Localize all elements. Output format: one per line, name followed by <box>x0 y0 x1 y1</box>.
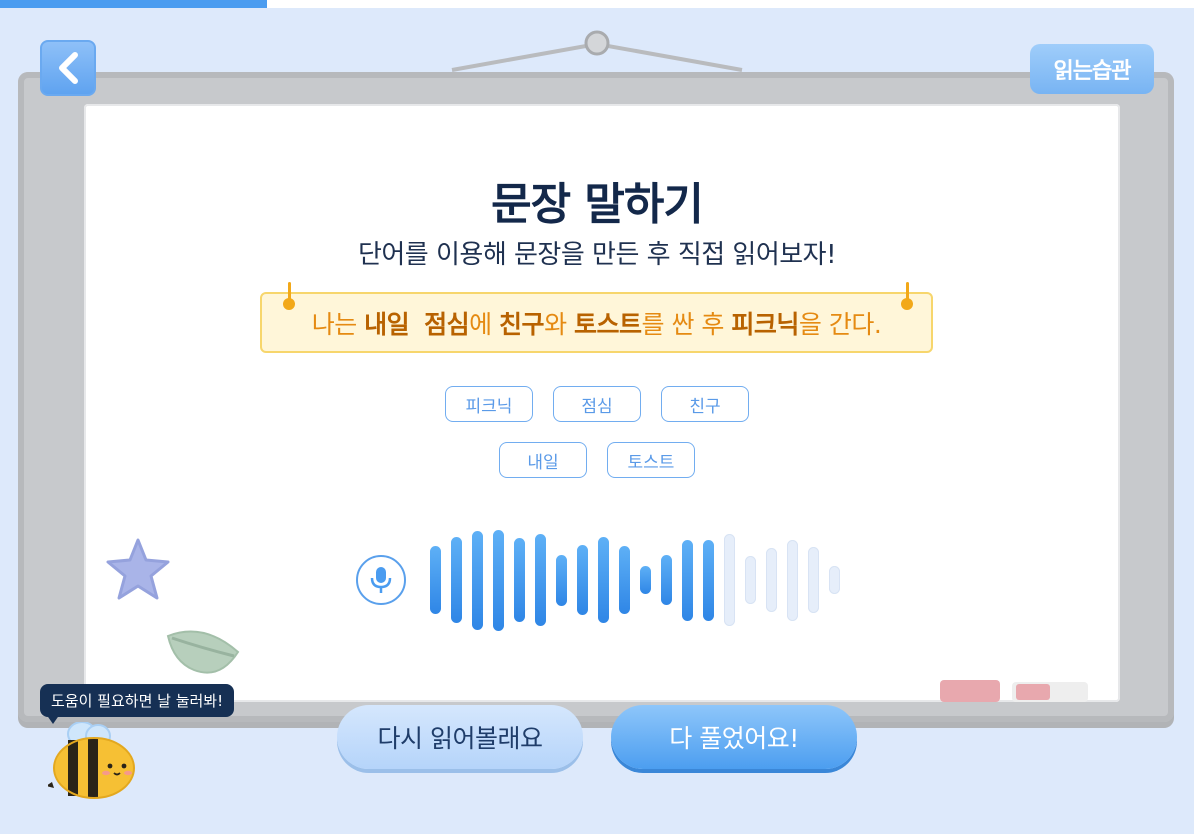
chevron-left-icon <box>59 52 78 84</box>
sentence-segment: 를 싼 후 <box>641 309 732 339</box>
app-logo: 읽는습관 <box>1030 44 1154 94</box>
microphone-button[interactable] <box>356 555 406 605</box>
page-title: 문장 말하기 <box>491 179 704 230</box>
microphone-icon <box>370 567 392 593</box>
waveform-bar <box>787 539 798 621</box>
waveform-bar <box>493 529 504 631</box>
done-button[interactable]: 다 풀었어요! <box>611 705 857 769</box>
sentence-keyword: 피크닉 <box>731 309 799 339</box>
word-chip[interactable]: 점심 <box>553 386 641 422</box>
waveform-bar <box>619 546 630 614</box>
progress-bar-fill <box>0 0 268 8</box>
waveform-bar <box>682 539 693 621</box>
sentence-segment: 에 <box>469 309 500 339</box>
waveform-bar <box>724 534 735 626</box>
waveform-bar <box>766 548 777 612</box>
logo-text: 읽는습관 <box>1053 59 1132 84</box>
star-icon <box>106 538 170 600</box>
sentence-keyword: 친구 <box>499 309 545 339</box>
waveform-bar <box>703 539 714 621</box>
word-chip[interactable]: 피크닉 <box>445 386 533 422</box>
waveform-bar <box>430 546 441 614</box>
word-chip[interactable]: 친구 <box>661 386 749 422</box>
word-chip[interactable]: 내일 <box>499 442 587 478</box>
pin-icon <box>901 282 913 314</box>
leaf-icon <box>166 630 240 674</box>
sentence-card: 나는 내일 점심에 친구와 토스트를 싼 후 피크닉을 간다. <box>260 282 933 353</box>
bee-mascot-icon[interactable] <box>48 722 140 800</box>
waveform-bar <box>514 538 525 622</box>
read-again-button[interactable]: 다시 읽어볼래요 <box>337 705 583 769</box>
pin-icon <box>283 282 295 314</box>
waveform-bar <box>745 556 756 604</box>
waveform-bar <box>640 566 651 594</box>
waveform-bar <box>829 566 840 594</box>
sentence-segment <box>409 310 424 339</box>
sentence-keyword: 점심 <box>424 309 470 339</box>
waveform-bar <box>556 554 567 606</box>
word-chip[interactable]: 토스트 <box>607 442 695 478</box>
sentence-text: 나는 내일 점심에 친구와 토스트를 싼 후 피크닉을 간다. <box>312 305 882 341</box>
voice-waveform <box>420 520 850 640</box>
sentence-segment: 나는 <box>311 309 365 339</box>
waveform-bar <box>451 537 462 623</box>
progress-track <box>0 0 1194 8</box>
page-subtitle: 단어를 이용해 문장을 만든 후 직접 읽어보자! <box>357 240 837 270</box>
waveform-bar <box>661 555 672 605</box>
sentence-keyword: 토스트 <box>574 309 642 339</box>
back-button[interactable] <box>40 40 96 96</box>
chalk-eraser-icon <box>940 680 1088 702</box>
waveform-bar <box>598 537 609 623</box>
waveform-bar <box>472 530 483 630</box>
waveform-bar <box>577 545 588 615</box>
help-tooltip: 도움이 필요하면 날 눌러봐! <box>40 684 235 717</box>
waveform-bar <box>808 547 819 613</box>
sentence-keyword: 내일 <box>364 309 410 339</box>
waveform-bar <box>535 534 546 626</box>
sentence-segment: 을 간다. <box>798 309 882 339</box>
sentence-segment: 와 <box>544 309 575 339</box>
